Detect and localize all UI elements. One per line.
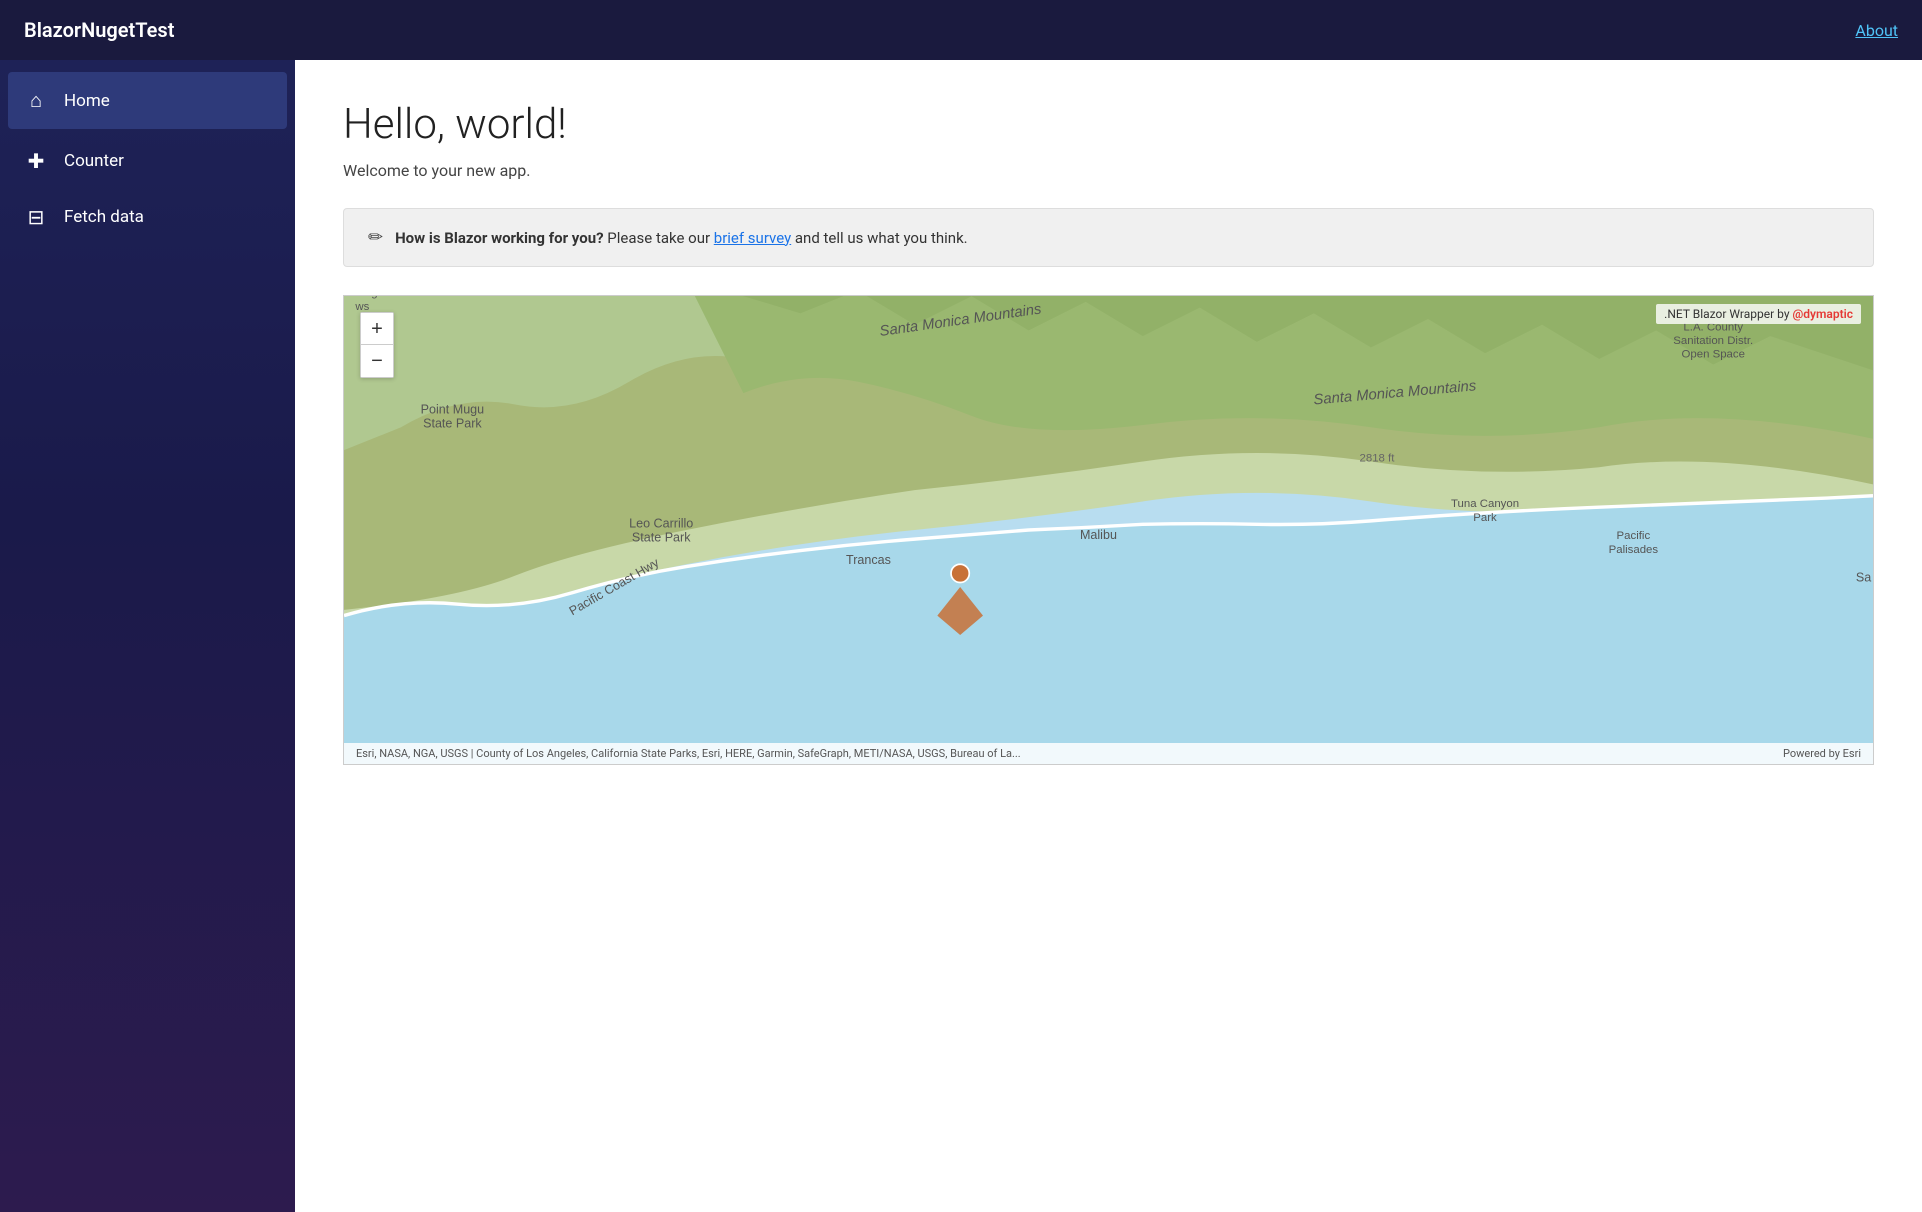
zoom-controls: + −	[360, 312, 394, 378]
zoom-out-button[interactable]: −	[361, 345, 393, 377]
survey-text-before: Please take our	[604, 229, 714, 247]
plus-icon: ✚	[24, 149, 48, 173]
svg-text:Mugu: Mugu	[355, 296, 384, 299]
sidebar: ⌂ Home ✚ Counter ⊟ Fetch data	[0, 60, 295, 1212]
svg-text:Open Space: Open Space	[1682, 349, 1745, 361]
table-icon: ⊟	[24, 205, 48, 229]
powered-by: Powered by Esri	[1783, 747, 1861, 760]
watermark-text: .NET Blazor Wrapper by	[1664, 307, 1792, 321]
sidebar-item-home[interactable]: ⌂ Home	[8, 72, 287, 129]
svg-text:Sa: Sa	[1856, 570, 1871, 584]
page-subtitle: Welcome to your new app.	[343, 161, 1874, 180]
survey-banner: ✏ How is Blazor working for you? Please …	[343, 208, 1874, 267]
svg-text:Leo Carrillo: Leo Carrillo	[629, 517, 693, 531]
survey-text: How is Blazor working for you? Please ta…	[395, 229, 968, 247]
svg-text:Pacific: Pacific	[1617, 530, 1651, 542]
svg-text:Malibu: Malibu	[1080, 528, 1117, 542]
app-title: BlazorNugetTest	[24, 18, 174, 42]
about-link[interactable]: About	[1855, 21, 1898, 40]
layout: ⌂ Home ✚ Counter ⊟ Fetch data Hello, wor…	[0, 60, 1922, 1212]
sidebar-item-counter[interactable]: ✚ Counter	[0, 133, 295, 189]
sidebar-item-fetch-data-label: Fetch data	[64, 207, 144, 227]
sidebar-item-home-label: Home	[64, 91, 110, 111]
svg-text:Sanitation Distr.: Sanitation Distr.	[1673, 335, 1753, 347]
survey-bold-text: How is Blazor working for you?	[395, 229, 603, 247]
svg-text:State Park: State Park	[423, 416, 482, 430]
svg-text:Tuna Canyon: Tuna Canyon	[1451, 498, 1519, 510]
svg-text:Park: Park	[1473, 512, 1497, 524]
map-watermark: .NET Blazor Wrapper by @dymaptic	[1656, 304, 1861, 324]
map-svg: Santa Monica Mountains Santa Monica Moun…	[344, 296, 1873, 764]
svg-text:Point Mugu: Point Mugu	[421, 403, 484, 417]
sidebar-item-fetch-data[interactable]: ⊟ Fetch data	[0, 189, 295, 245]
svg-text:2818 ft: 2818 ft	[1360, 453, 1396, 465]
map-attribution: Esri, NASA, NGA, USGS | County of Los An…	[344, 743, 1873, 764]
survey-text-after: and tell us what you think.	[791, 229, 967, 247]
dymaptic-brand: @dymaptic	[1793, 307, 1854, 321]
survey-link[interactable]: brief survey	[714, 229, 791, 247]
page-title: Hello, world!	[343, 100, 1874, 149]
sidebar-item-counter-label: Counter	[64, 151, 124, 171]
svg-text:Palisades: Palisades	[1609, 544, 1659, 556]
zoom-in-button[interactable]: +	[361, 313, 393, 345]
svg-text:ws: ws	[354, 301, 369, 313]
pencil-icon: ✏	[368, 227, 383, 248]
main-content: Hello, world! Welcome to your new app. ✏…	[295, 60, 1922, 1212]
map-container[interactable]: Santa Monica Mountains Santa Monica Moun…	[343, 295, 1874, 765]
home-icon: ⌂	[24, 88, 48, 113]
svg-text:Trancas: Trancas	[846, 553, 891, 567]
attribution-text: Esri, NASA, NGA, USGS | County of Los An…	[356, 747, 1021, 760]
svg-text:State Park: State Park	[632, 530, 691, 544]
topbar: BlazorNugetTest About	[0, 0, 1922, 60]
